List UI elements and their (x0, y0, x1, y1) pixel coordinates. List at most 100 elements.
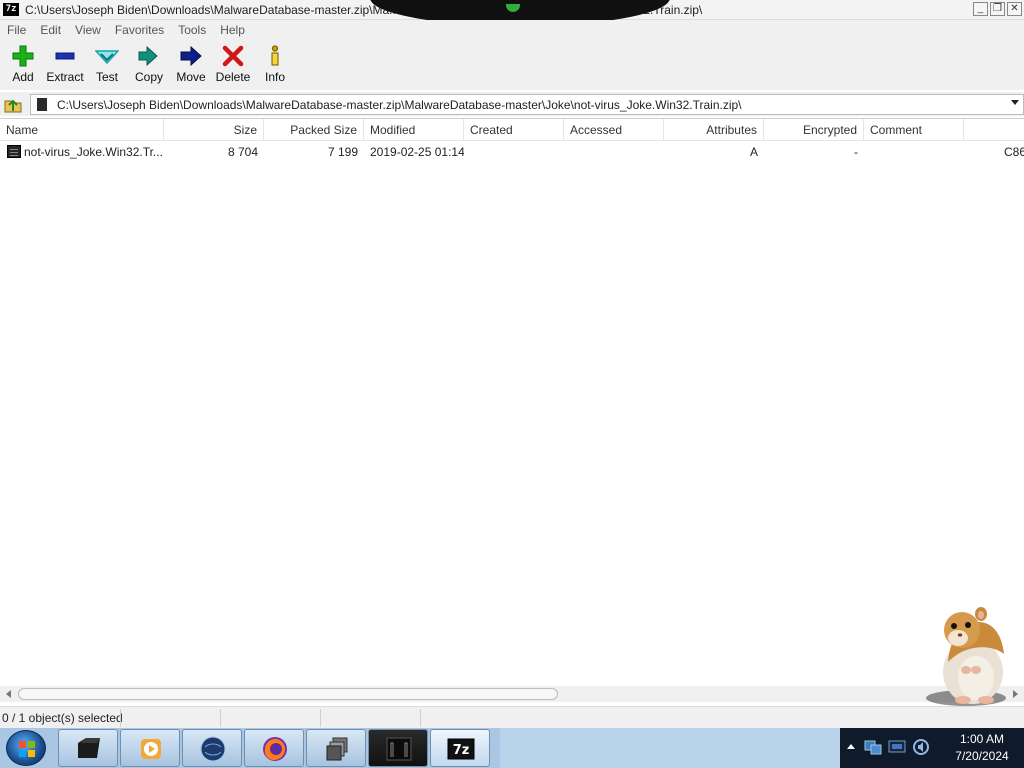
menu-edit[interactable]: Edit (33, 20, 68, 40)
menu-help[interactable]: Help (213, 20, 252, 40)
media-player-icon (141, 739, 161, 759)
test-label: Test (95, 70, 118, 84)
info-button[interactable]: Info (254, 40, 296, 88)
close-button[interactable]: ✕ (1007, 2, 1022, 16)
scrollbar-thumb[interactable] (18, 688, 558, 700)
taskbar: 7z 1:00 AM 7/20/2024 (0, 728, 1024, 768)
row-modified: 2019-02-25 01:14 (370, 145, 464, 159)
7zip-icon: 7z (447, 738, 475, 760)
archive-icon (37, 98, 47, 111)
window-title: C:\Users\Joseph Biden\Downloads\MalwareD… (25, 3, 400, 17)
toolbar: Add Extract Test Copy Move Delete Info (0, 40, 1024, 90)
network-icon (864, 740, 882, 755)
row-overflow-text: C86 (1004, 145, 1024, 159)
status-bar: 0 / 1 object(s) selected (0, 706, 1024, 728)
row-created (464, 143, 564, 161)
terminal-icon (78, 738, 100, 758)
test-button[interactable]: Test (86, 40, 128, 88)
scroll-left-icon[interactable] (6, 690, 11, 698)
row-accessed (564, 143, 664, 161)
taskbar-window-stack[interactable] (306, 729, 366, 767)
taskbar-terminal[interactable] (58, 729, 118, 767)
taskbar-globe[interactable] (182, 729, 242, 767)
taskbar-media-player[interactable] (120, 729, 180, 767)
taskbar-7zip[interactable]: 7z (430, 729, 490, 767)
clock-date: 7/20/2024 (955, 749, 1009, 763)
plus-icon (11, 45, 35, 67)
row-size: 8 704 (227, 145, 258, 159)
move-label: Move (176, 70, 206, 84)
selection-status: 0 / 1 object(s) selected (2, 711, 123, 725)
table-row[interactable]: not-virus_Joke.Win32.Tr... 8 704 7 199 2… (0, 143, 1024, 161)
window-controls: _ ❐ ✕ (973, 2, 1022, 16)
svg-text:7z: 7z (453, 743, 470, 758)
delete-button[interactable]: Delete (212, 40, 254, 88)
menu-tools[interactable]: Tools (171, 20, 213, 40)
copy-label: Copy (134, 70, 163, 84)
clock-time: 1:00 AM (959, 732, 1005, 746)
double-arrow-icon (137, 45, 161, 67)
copy-button[interactable]: Copy (128, 40, 170, 88)
add-label: Add (12, 70, 34, 84)
extract-label: Extract (46, 70, 84, 84)
col-encrypted[interactable]: Encrypted (764, 119, 864, 141)
col-packed-size[interactable]: Packed Size (264, 119, 364, 141)
path-text: C:\Users\Joseph Biden\Downloads\MalwareD… (57, 98, 742, 112)
row-attributes: A (749, 145, 758, 159)
col-accessed[interactable]: Accessed (564, 119, 664, 141)
start-button[interactable] (6, 730, 46, 766)
menu-bar: File Edit View Favorites Tools Help (0, 20, 1024, 40)
taskbar-firefox[interactable] (244, 729, 304, 767)
extract-button[interactable]: Extract (44, 40, 86, 88)
info-icon (263, 45, 287, 67)
row-comment (864, 143, 964, 161)
row-name: not-virus_Joke.Win32.Tr... (24, 145, 163, 159)
path-field[interactable]: C:\Users\Joseph Biden\Downloads\MalwareD… (30, 94, 1024, 115)
arrow-right-icon (179, 45, 203, 67)
col-name[interactable]: Name (0, 119, 164, 141)
row-packed-size: 7 199 (327, 145, 358, 159)
minimize-button[interactable]: _ (973, 2, 988, 16)
show-hidden-icons-icon[interactable] (847, 744, 855, 749)
overlay-indicator (506, 4, 520, 12)
file-list: Name Size Packed Size Modified Created A… (0, 118, 1024, 704)
7zip-app-icon[interactable]: 7z (3, 3, 19, 16)
browser-globe-icon (200, 736, 226, 762)
title-bar: 7z C:\Users\Joseph Biden\Downloads\Malwa… (0, 0, 1024, 26)
add-button[interactable]: Add (2, 40, 44, 88)
x-icon (221, 45, 245, 67)
volume-icon (913, 739, 929, 755)
minus-icon (53, 45, 77, 67)
menu-favorites[interactable]: Favorites (108, 20, 171, 40)
display-icon (888, 740, 906, 753)
menu-file[interactable]: File (0, 20, 33, 40)
info-label: Info (264, 70, 285, 84)
menu-view[interactable]: View (68, 20, 108, 40)
clock[interactable]: 1:00 AM 7/20/2024 (940, 731, 1024, 765)
monitor-icon (386, 737, 412, 761)
horizontal-scrollbar[interactable] (0, 686, 1024, 702)
firefox-icon (263, 737, 287, 761)
col-modified[interactable]: Modified (364, 119, 464, 141)
status-divider (320, 709, 321, 727)
col-comment[interactable]: Comment (864, 119, 964, 141)
col-attributes[interactable]: Attributes (664, 119, 764, 141)
taskbar-monitor[interactable] (368, 729, 428, 767)
restore-button[interactable]: ❐ (990, 2, 1005, 16)
windows-logo-icon (19, 741, 35, 757)
move-button[interactable]: Move (170, 40, 212, 88)
col-created[interactable]: Created (464, 119, 564, 141)
hamster-mascot-image (918, 600, 1018, 710)
check-icon (95, 45, 119, 67)
status-divider (420, 709, 421, 727)
chevron-down-icon[interactable] (1011, 100, 1019, 105)
status-divider (220, 709, 221, 727)
delete-label: Delete (215, 70, 251, 84)
status-divider (120, 709, 121, 727)
folder-up-icon[interactable] (4, 95, 22, 113)
list-header: Name Size Packed Size Modified Created A… (0, 119, 1024, 141)
window-stack-icon (326, 737, 348, 761)
address-bar: C:\Users\Joseph Biden\Downloads\MalwareD… (0, 92, 1024, 116)
system-tray: 1:00 AM 7/20/2024 (840, 728, 1024, 768)
col-size[interactable]: Size (164, 119, 264, 141)
